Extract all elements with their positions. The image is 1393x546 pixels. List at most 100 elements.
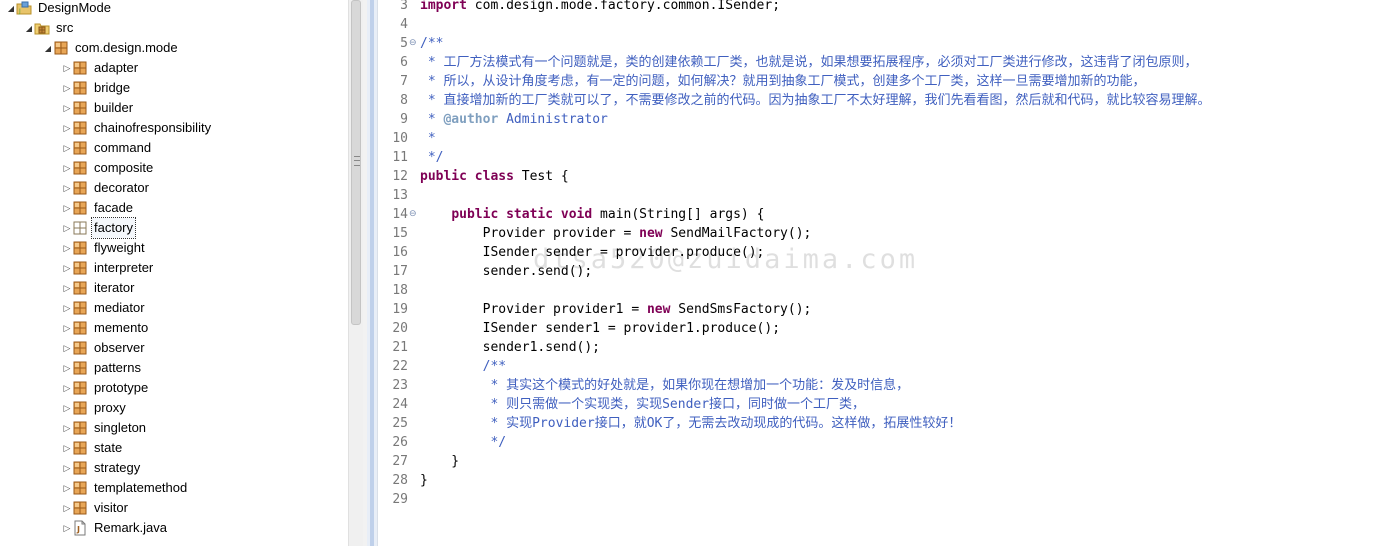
collapsed-arrow-icon[interactable] bbox=[62, 238, 72, 258]
tree-item[interactable]: proxy bbox=[0, 398, 348, 418]
code-line: } bbox=[420, 471, 428, 490]
package-explorer-tree: J DesignMode src com.design.mode adapter brid… bbox=[0, 0, 348, 546]
tree-item[interactable]: observer bbox=[0, 338, 348, 358]
code-comment: * 其实这个模式的好处就是，如果你现在想增加一个功能：发及时信息， bbox=[420, 378, 910, 393]
scrollbar-grip-icon bbox=[354, 156, 360, 166]
package-icon bbox=[72, 160, 88, 176]
tree-item[interactable]: decorator bbox=[0, 178, 348, 198]
collapsed-arrow-icon[interactable] bbox=[62, 278, 72, 298]
tree-item[interactable]: interpreter bbox=[0, 258, 348, 278]
tree-item[interactable]: strategy bbox=[0, 458, 348, 478]
tree-item[interactable]: visitor bbox=[0, 498, 348, 518]
tree-scrollbar[interactable] bbox=[348, 0, 363, 546]
tree-item[interactable]: state bbox=[0, 438, 348, 458]
tree-item-label: singleton bbox=[94, 420, 147, 435]
tree-item[interactable]: J DesignMode bbox=[0, 0, 348, 18]
collapsed-arrow-icon[interactable] bbox=[62, 438, 72, 458]
collapsed-arrow-icon[interactable] bbox=[62, 118, 72, 138]
code-text: Provider provider = bbox=[420, 226, 640, 241]
tree-item-label: chainofresponsibility bbox=[94, 120, 212, 135]
tree-item-label: memento bbox=[94, 320, 149, 335]
tree-item[interactable]: src bbox=[0, 18, 348, 38]
package-icon bbox=[72, 260, 88, 276]
code-comment: * 所以，从设计角度考虑，有一定的问题，如何解决？就用到抽象工厂模式，创建多个工… bbox=[420, 74, 1146, 89]
expanded-arrow-icon[interactable] bbox=[24, 18, 34, 38]
code-line: * 其实这个模式的好处就是，如果你现在想增加一个功能：发及时信息， bbox=[420, 376, 909, 395]
tree-item[interactable]: com.design.mode bbox=[0, 38, 348, 58]
tree-item-label: iterator bbox=[94, 280, 135, 295]
line-number: 21 bbox=[392, 340, 408, 355]
tree-item[interactable]: memento bbox=[0, 318, 348, 338]
collapsed-arrow-icon[interactable] bbox=[62, 98, 72, 118]
tree-item[interactable]: facade bbox=[0, 198, 348, 218]
tree-item[interactable]: builder bbox=[0, 98, 348, 118]
code-text: SendSmsFactory(); bbox=[670, 302, 812, 317]
collapsed-arrow-icon[interactable] bbox=[62, 498, 72, 518]
code-line: */ bbox=[420, 433, 506, 452]
line-number: 6 bbox=[400, 55, 408, 70]
code-line: import com.design.mode.factory.common.IS… bbox=[420, 0, 780, 15]
collapsed-arrow-icon[interactable] bbox=[62, 58, 72, 78]
collapsed-arrow-icon[interactable] bbox=[62, 518, 72, 538]
code-comment: Administrator bbox=[498, 112, 608, 127]
collapsed-arrow-icon[interactable] bbox=[62, 218, 72, 238]
code-line: /** bbox=[420, 34, 443, 53]
tree-item[interactable]: mediator bbox=[0, 298, 348, 318]
tree-item[interactable]: adapter bbox=[0, 58, 348, 78]
package-icon bbox=[72, 340, 88, 356]
line-number: 10 bbox=[392, 131, 408, 146]
tree-item[interactable]: composite bbox=[0, 158, 348, 178]
collapsed-arrow-icon[interactable] bbox=[62, 418, 72, 438]
tree-item[interactable]: bridge bbox=[0, 78, 348, 98]
expanded-arrow-icon[interactable] bbox=[43, 38, 53, 58]
tree-item[interactable]: patterns bbox=[0, 358, 348, 378]
package-icon bbox=[72, 420, 88, 436]
collapsed-arrow-icon[interactable] bbox=[62, 378, 72, 398]
package-icon bbox=[72, 140, 88, 156]
line-number: 9 bbox=[400, 112, 408, 127]
fold-toggle-icon[interactable] bbox=[409, 34, 417, 53]
collapsed-arrow-icon[interactable] bbox=[62, 158, 72, 178]
tree-item-label: prototype bbox=[94, 380, 149, 395]
code-comment: */ bbox=[420, 150, 444, 165]
collapsed-arrow-icon[interactable] bbox=[62, 318, 72, 338]
svg-text:J: J bbox=[76, 525, 80, 534]
collapsed-arrow-icon[interactable] bbox=[62, 78, 72, 98]
tree-item[interactable]: chainofresponsibility bbox=[0, 118, 348, 138]
tree-item[interactable]: templatemethod bbox=[0, 478, 348, 498]
collapsed-arrow-icon[interactable] bbox=[62, 458, 72, 478]
tree-scrollbar-thumb[interactable] bbox=[351, 0, 361, 325]
tree-item[interactable]: factory bbox=[0, 217, 348, 239]
collapsed-arrow-icon[interactable] bbox=[62, 358, 72, 378]
expanded-arrow-icon[interactable] bbox=[6, 0, 16, 18]
collapsed-arrow-icon[interactable] bbox=[62, 138, 72, 158]
tree-item[interactable]: command bbox=[0, 138, 348, 158]
package-icon bbox=[72, 120, 88, 136]
code-doc-tag: @author bbox=[443, 112, 499, 127]
package-icon bbox=[72, 100, 88, 116]
code-text: sender1.send(); bbox=[420, 340, 601, 355]
line-number: 23 bbox=[392, 378, 408, 393]
fold-toggle-icon[interactable] bbox=[409, 205, 417, 224]
editor-overview-ruler[interactable] bbox=[367, 0, 378, 546]
collapsed-arrow-icon[interactable] bbox=[62, 298, 72, 318]
collapsed-arrow-icon[interactable] bbox=[62, 198, 72, 218]
collapsed-arrow-icon[interactable] bbox=[62, 478, 72, 498]
tree-item-label: flyweight bbox=[94, 240, 145, 255]
tree-item[interactable]: flyweight bbox=[0, 238, 348, 258]
tree-item[interactable]: iterator bbox=[0, 278, 348, 298]
collapsed-arrow-icon[interactable] bbox=[62, 178, 72, 198]
package-icon bbox=[53, 40, 69, 56]
tree-item-label: src bbox=[56, 20, 74, 35]
tree-item[interactable]: prototype bbox=[0, 378, 348, 398]
empty-package-icon bbox=[72, 220, 88, 236]
tree-item[interactable]: J Remark.java bbox=[0, 518, 348, 538]
code-text: } bbox=[420, 454, 460, 469]
collapsed-arrow-icon[interactable] bbox=[62, 338, 72, 358]
code-keyword: import bbox=[420, 0, 467, 13]
collapsed-arrow-icon[interactable] bbox=[62, 398, 72, 418]
svg-text:J: J bbox=[18, 8, 21, 15]
tree-item[interactable]: singleton bbox=[0, 418, 348, 438]
collapsed-arrow-icon[interactable] bbox=[62, 258, 72, 278]
line-number: 7 bbox=[400, 74, 408, 89]
